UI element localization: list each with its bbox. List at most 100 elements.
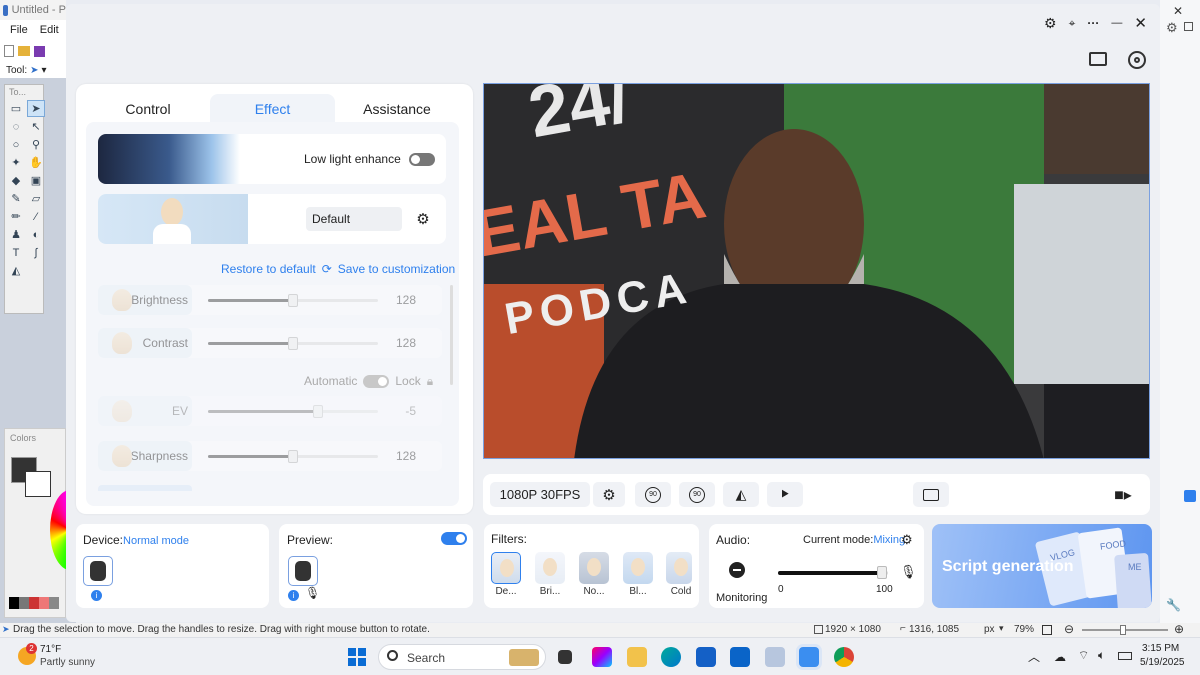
tab-effect[interactable]: Effect (210, 94, 335, 124)
slider-handle[interactable] (313, 405, 323, 418)
zoom-slider[interactable] (1082, 625, 1168, 635)
monitoring-button[interactable] (729, 562, 745, 578)
pin-icon[interactable]: ⌖ (1069, 16, 1076, 31)
pencil-icon[interactable]: ✏ (7, 208, 25, 225)
chevron-down-icon[interactable]: ▾ (999, 623, 1004, 634)
save-customization-link[interactable]: Save to customization (338, 262, 455, 278)
camera-settings-button[interactable]: ⚙ (593, 482, 625, 507)
volume-icon[interactable]: 🔈︎ (1098, 648, 1105, 663)
tray-chevron-icon[interactable]: ︿ (1028, 648, 1040, 665)
automatic-toggle[interactable] (363, 374, 390, 388)
info-icon[interactable]: i (91, 590, 102, 601)
audio-volume-track[interactable] (778, 566, 888, 579)
device-mode[interactable]: Normal mode (123, 535, 189, 547)
zoom-slider-handle[interactable] (1120, 625, 1126, 635)
slider-handle[interactable] (288, 337, 298, 350)
new-file-icon[interactable] (4, 45, 14, 57)
record-button[interactable]: ■▸ (1103, 482, 1143, 507)
cast-icon[interactable] (1089, 52, 1107, 66)
info-icon[interactable]: i (288, 590, 299, 601)
store-icon[interactable] (696, 647, 716, 667)
unit-select[interactable]: px (984, 624, 995, 635)
file-explorer-icon[interactable] (627, 647, 647, 667)
wifi-icon[interactable]: ⌔ (1078, 648, 1089, 663)
close-icon[interactable]: ✕ (1173, 4, 1183, 18)
slider-track[interactable] (208, 405, 378, 418)
preview-camera-button[interactable] (288, 556, 318, 586)
secondary-color-swatch[interactable] (25, 471, 51, 497)
slider-track[interactable] (208, 450, 378, 463)
preset-select[interactable]: Default (306, 207, 402, 231)
filter-normal[interactable] (579, 552, 609, 584)
slider-handle[interactable] (288, 450, 298, 463)
save-icon[interactable] (34, 45, 45, 57)
restore-icon[interactable] (1184, 22, 1193, 31)
ellipse-select-icon[interactable]: ○ (7, 136, 25, 153)
rotate-right-button[interactable]: 90 (679, 482, 715, 507)
clock-date[interactable]: 5/19/2025 (1140, 657, 1185, 668)
paint-menu-file[interactable]: File (10, 24, 28, 36)
copilot-icon[interactable] (592, 647, 612, 667)
text-icon[interactable]: T (7, 244, 25, 261)
palette-strip[interactable] (9, 597, 59, 609)
audio-volume-handle[interactable] (876, 566, 887, 579)
eraser-icon[interactable]: ▱ (27, 190, 45, 207)
bucket-icon[interactable]: ◆ (7, 172, 25, 189)
rect-select-icon[interactable]: ▭ (7, 100, 25, 117)
panel-scrollbar[interactable] (450, 285, 453, 385)
more-icon[interactable]: ··· (1087, 16, 1099, 30)
pan-hand-icon[interactable]: ✋ (27, 154, 45, 171)
gear-icon[interactable]: ⚙ (1166, 20, 1178, 36)
low-light-toggle[interactable] (409, 153, 435, 166)
microphone-icon[interactable]: 🎙︎ (900, 564, 917, 580)
paint-icon[interactable] (765, 647, 785, 667)
onedrive-icon[interactable]: ☁ (1054, 650, 1066, 664)
paint-tool-selector[interactable]: Tool: ➤ ▾ (0, 62, 66, 78)
open-folder-icon[interactable] (18, 46, 30, 56)
filter-blue[interactable] (623, 552, 653, 584)
start-button[interactable] (348, 648, 366, 666)
taskbar-search[interactable]: Search (378, 644, 546, 670)
zoom-icon[interactable]: ⚲ (27, 136, 45, 153)
device-camera-button[interactable] (83, 556, 113, 586)
camera-app-icon[interactable] (799, 647, 819, 667)
stamp-icon[interactable]: ♟ (7, 226, 25, 243)
flip-horizontal-button[interactable]: ◭ (723, 482, 759, 507)
paint-menu-edit[interactable]: Edit (40, 24, 59, 36)
gradient-icon[interactable]: ▣ (27, 172, 45, 189)
line-icon[interactable]: ∫ (27, 244, 45, 261)
brush-icon[interactable]: ✎ (7, 190, 25, 207)
lasso-icon[interactable]: ◌ (7, 118, 25, 135)
restore-default-link[interactable]: Restore to default (221, 262, 316, 278)
filter-cold[interactable] (666, 552, 692, 584)
slider-track[interactable] (208, 294, 378, 307)
script-generation-card[interactable]: VLOG FOOD ME Script generation (932, 524, 1152, 608)
gear-icon[interactable]: ⚙ (1044, 15, 1057, 32)
flip-vertical-button[interactable]: ⯈ (767, 482, 803, 507)
color-picker-icon[interactable]: ⁄ (27, 208, 45, 225)
recolor-icon[interactable]: ◐ (27, 226, 45, 243)
microphone-icon[interactable]: 🎙︎ (305, 586, 320, 600)
webcam-icon[interactable] (1128, 51, 1146, 69)
refresh-icon[interactable]: ⟳ (322, 262, 332, 278)
battery-icon[interactable] (1118, 652, 1132, 660)
zoom-fit-icon[interactable] (1042, 625, 1052, 635)
gear-icon[interactable]: ⚙ (901, 532, 913, 548)
close-icon[interactable]: ✕ (1134, 14, 1147, 32)
rotate-left-button[interactable]: 90 (635, 482, 671, 507)
zoom-out-icon[interactable]: ⊖ (1064, 622, 1074, 636)
filter-bright[interactable] (535, 552, 565, 584)
lock-icon[interactable]: 🔒︎ (427, 374, 433, 389)
outlook-icon[interactable] (730, 647, 750, 667)
preset-settings-button[interactable]: ⚙ (406, 207, 440, 231)
slider-handle[interactable] (288, 294, 298, 307)
preview-toggle[interactable] (441, 532, 467, 545)
edge-icon[interactable] (661, 647, 681, 667)
tab-assistance[interactable]: Assistance (335, 94, 459, 124)
chrome-icon[interactable] (834, 647, 854, 667)
slider-track[interactable] (208, 337, 378, 350)
task-view-icon[interactable] (558, 650, 572, 664)
zoom-value[interactable]: 79% (1014, 624, 1034, 635)
move-selection-icon[interactable]: ↖ (27, 118, 45, 135)
resolution-select[interactable]: 1080P 30FPS (490, 482, 590, 507)
